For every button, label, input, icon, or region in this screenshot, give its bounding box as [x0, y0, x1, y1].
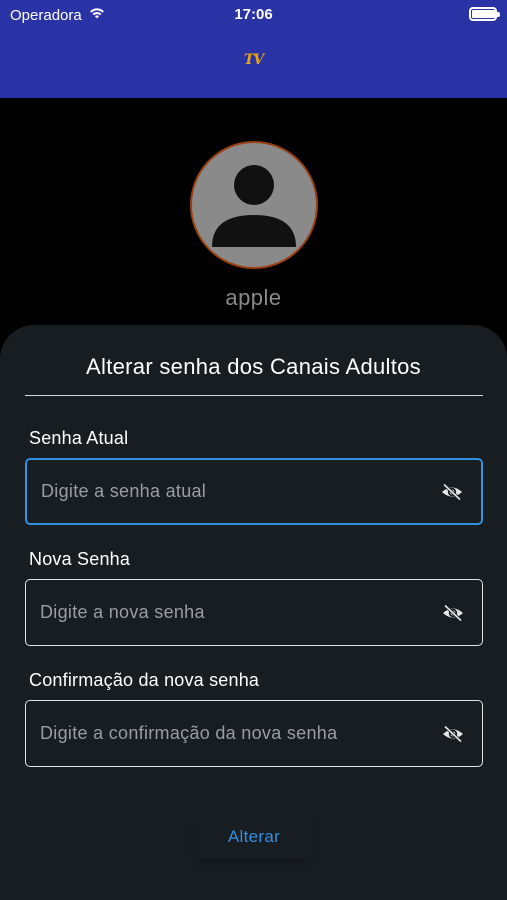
- username: apple: [225, 285, 282, 310]
- status-bar: Operadora 17:06: [0, 4, 507, 26]
- title-divider: [25, 395, 483, 396]
- confirm-password-input[interactable]: [26, 723, 441, 744]
- status-time: 17:06: [234, 6, 273, 23]
- eye-off-icon[interactable]: [441, 601, 465, 625]
- app-header: Operadora 17:06 TV: [0, 0, 507, 98]
- avatar[interactable]: [190, 141, 318, 269]
- battery-icon: [469, 7, 500, 21]
- current-password-input[interactable]: [27, 481, 440, 502]
- change-password-button[interactable]: Alterar: [196, 815, 312, 859]
- current-password-label: Senha Atual: [29, 428, 129, 448]
- confirm-password-field[interactable]: [25, 700, 483, 767]
- person-avatar-icon: [212, 165, 296, 247]
- new-password-label: Nova Senha: [29, 549, 131, 569]
- new-password-field[interactable]: [25, 579, 483, 646]
- eye-off-icon[interactable]: [440, 480, 464, 504]
- new-password-input[interactable]: [26, 602, 441, 623]
- app-logo: TV: [243, 52, 264, 68]
- change-password-sheet: Alterar senha dos Canais Adultos Senha A…: [0, 325, 507, 900]
- current-password-field[interactable]: [25, 458, 483, 525]
- battery-level: [472, 10, 495, 18]
- sheet-title: Alterar senha dos Canais Adultos: [86, 354, 421, 379]
- confirm-password-label: Confirmação da nova senha: [29, 670, 260, 690]
- eye-off-icon[interactable]: [441, 722, 465, 746]
